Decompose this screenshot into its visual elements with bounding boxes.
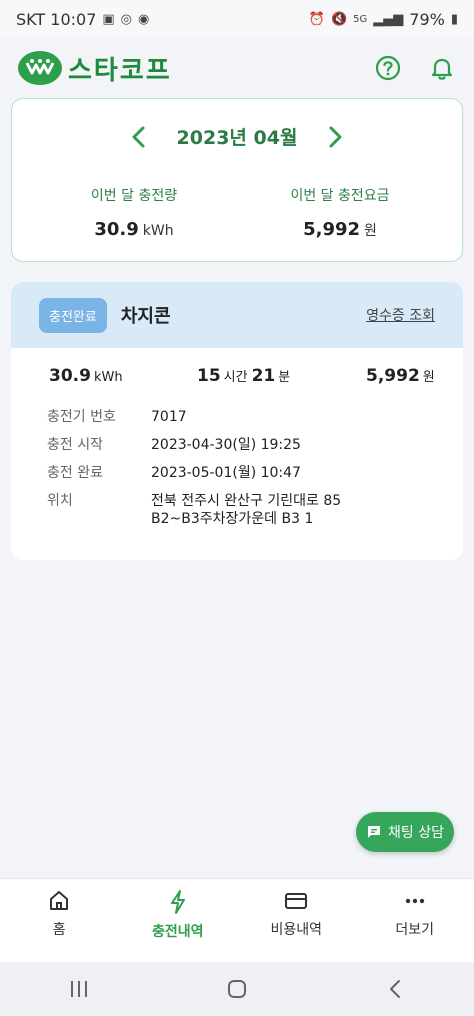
brand-logo[interactable]: 스타코프 [18,50,172,87]
record-duration: 15 시간 21 분 [197,366,294,386]
detail-row-end: 충전 완료 2023-05-01(월) 10:47 [47,464,447,482]
month-label: 2023년 04월 [176,127,298,149]
next-month-button[interactable] [325,125,345,149]
logo-mark-icon [18,51,62,85]
duration-hours: 15 [197,366,221,386]
detail-row-charger: 충전기 번호 7017 [47,408,447,426]
record-energy-unit: kWh [93,370,123,385]
sync-icon: ◎ [120,11,133,27]
nav-charge-history[interactable]: 충전내역 [119,879,238,962]
monthly-fee-label: 이번 달 충전요금 [290,188,390,204]
alarm-icon: ⏰ [308,11,325,27]
record-energy: 30.9 kWh [49,366,127,386]
monthly-energy-value-row: 30.9 kWh [34,219,234,240]
recent-apps-button[interactable] [64,974,94,1004]
detail-key: 위치 [47,493,73,509]
mute-icon: 🔇 [330,11,348,27]
nav-more[interactable]: 더보기 [356,879,474,962]
bell-icon [431,58,453,80]
record-fee: 5,992 원 [366,366,439,386]
home-system-button[interactable] [222,974,252,1004]
detail-value: 2023-05-01(월) 10:47 [151,465,301,481]
detail-row-start: 충전 시작 2023-04-30(일) 19:25 [47,436,447,454]
home-square-icon [228,980,246,998]
carrier-time: SKT 10:07 [16,9,97,29]
duration-minutes-unit: 분 [278,370,291,385]
location-line-1: 전북 전주시 완산구 기린대로 85 [151,493,342,509]
monthly-energy-value: 30.9 [94,219,139,240]
monthly-fee: 이번 달 충전요금 5,992 원 [240,185,440,240]
home-icon [50,891,69,910]
detail-key: 충전 시작 [47,437,103,453]
battery-level: 79% [409,9,445,29]
notification-button[interactable] [428,54,456,82]
network-label: 5G [353,13,368,25]
status-badge: 충전완료 [39,297,107,333]
brand-name: 스타코프 [68,55,172,86]
record-energy-value: 30.9 [49,366,91,386]
help-button[interactable] [374,54,402,82]
monthly-fee-value-row: 5,992 원 [240,219,440,240]
signal-icon: ▂▄▆ [373,11,404,27]
monthly-fee-value: 5,992 [303,219,361,240]
more-icon [405,898,424,904]
back-button[interactable] [380,974,410,1004]
detail-key: 충전 완료 [47,465,103,481]
detail-value: 7017 [151,409,187,425]
month-navigator: 2023년 04월 [12,123,462,150]
battery-icon: ▮ [450,11,458,27]
record-details: 충전기 번호 7017 충전 시작 2023-04-30(일) 19:25 충전… [47,408,447,538]
detail-value-location: 전북 전주시 완산구 기린대로 85 B2~B3주차장가운데 B3 1 [151,492,341,528]
status-bar: SKT 10:07 ▣ ◎ ◉ ⏰ 🔇 5G ▂▄▆ 79% ▮ [0,0,474,38]
card-icon [285,893,308,909]
detail-key: 충전기 번호 [47,409,116,425]
recent-apps-icon [71,981,87,997]
nav-more-label: 더보기 [395,922,435,938]
duration-minutes: 21 [251,366,276,386]
station-name: 차지콘 [120,306,171,327]
chat-icon [368,826,380,838]
detail-value: 2023-04-30(일) 19:25 [151,437,301,453]
help-icon [375,55,401,81]
back-icon [390,980,400,998]
detail-row-location: 위치 전북 전주시 완산구 기린대로 85 B2~B3주차장가운데 B3 1 [47,492,447,528]
record-fee-unit: 원 [422,370,435,385]
nav-home[interactable]: 홈 [0,879,119,962]
charge-record-card[interactable]: 충전완료 차지콘 영수증 조회 30.9 kWh 15 시간 21 분 5,992 원 충… [11,282,463,560]
bottom-nav: 홈 충전내역 비용내역 더보기 [0,878,474,962]
chat-consult-button[interactable]: 채팅 상담 [356,812,454,852]
monthly-summary-card: 2023년 04월 이번 달 충전량 30.9 kWh 이번 달 충전요금 5,9… [11,98,463,262]
monthly-energy-unit: kWh [142,223,174,239]
app-header: 스타코프 [0,38,474,98]
prev-month-button[interactable] [129,125,149,149]
receipt-link[interactable]: 영수증 조회 [366,305,435,325]
chat-label: 채팅 상담 [388,825,444,841]
record-header: 충전완료 차지콘 영수증 조회 [11,282,463,348]
system-nav-bar [0,962,474,1016]
bolt-icon [170,890,185,914]
duration-hours-unit: 시간 [223,370,248,385]
nav-charge-history-label: 충전내역 [151,924,204,940]
gallery-icon: ▣ [102,11,115,27]
nav-home-label: 홈 [52,922,66,938]
record-fee-value: 5,992 [366,366,420,386]
monthly-energy: 이번 달 충전량 30.9 kWh [34,185,234,240]
monthly-fee-unit: 원 [364,223,377,239]
record-summary: 30.9 kWh 15 시간 21 분 5,992 원 [11,366,463,392]
location-line-2: B2~B3주차장가운데 B3 1 [151,511,314,527]
nav-cost-history[interactable]: 비용내역 [237,879,356,962]
nav-cost-history-label: 비용내역 [270,922,323,938]
monthly-energy-label: 이번 달 충전량 [90,188,178,204]
app-icon: ◉ [138,11,150,27]
